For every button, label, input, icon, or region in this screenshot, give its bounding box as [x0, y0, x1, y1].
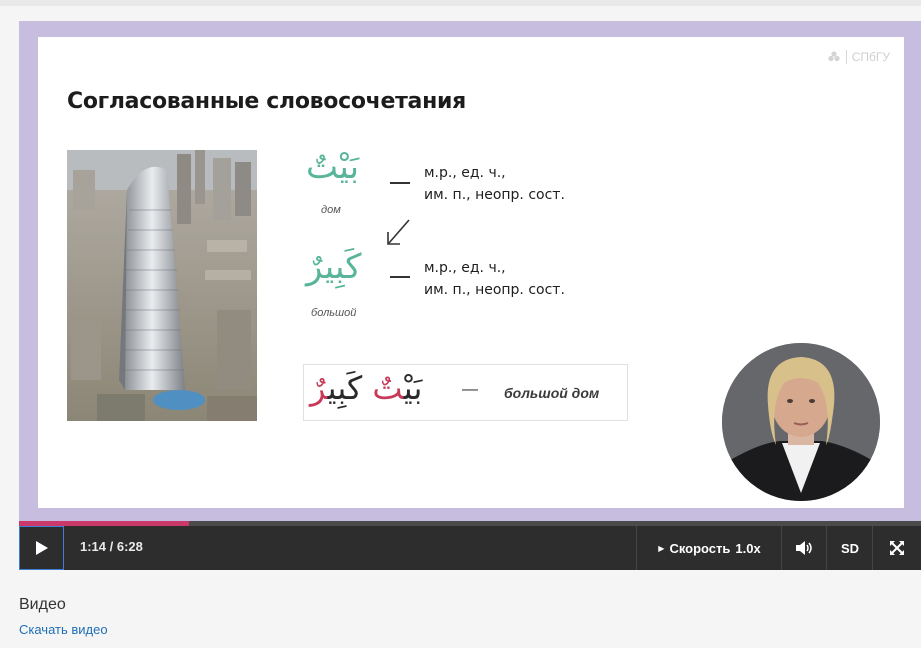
playback-time: 1:14 / 6:28 [80, 539, 143, 554]
video-frame[interactable]: Согласованные словосочетания СПбГУ بَيْت… [19, 21, 921, 521]
adjective-desc-line2: им. п., неопр. сост. [424, 282, 565, 298]
presenter-video [722, 343, 880, 501]
phrase-adj-base: كَبِي [327, 369, 363, 407]
phrase-adj-ending: رٌ [310, 369, 328, 407]
triangle-right-icon: ▶ [658, 543, 665, 553]
noun-description: м.р., ед. ч., им. п., неопр. сост. [424, 162, 565, 206]
logo-separator [845, 50, 847, 64]
arabic-phrase: بَيْتٌ كَبِيرٌ [310, 369, 422, 407]
play-icon [36, 541, 48, 555]
player-controls: 1:14 / 6:28 ▶ Скорость 1.0x SD [19, 526, 921, 570]
logo-emblem-icon [828, 51, 840, 62]
phrase-box: بَيْتٌ كَبِيرٌ — большой дом [303, 364, 628, 421]
play-button[interactable] [19, 526, 64, 570]
adjective-translation: большой [311, 307, 357, 319]
noun-dash [390, 182, 410, 184]
volume-button[interactable] [782, 526, 827, 570]
lecture-slide: Согласованные словосочетания СПбГУ بَيْت… [38, 37, 904, 508]
fullscreen-button[interactable] [873, 526, 921, 570]
phrase-dash: — [462, 381, 478, 398]
agreement-arrow-icon [387, 219, 410, 245]
skyscraper-photo [67, 150, 257, 421]
download-video-link[interactable]: Скачать видео [19, 622, 108, 637]
noun-desc-line1: м.р., ед. ч., [424, 165, 506, 181]
adjective-desc-line1: м.р., ед. ч., [424, 260, 506, 276]
video-section-label: Видео [19, 596, 66, 613]
adjective-dash [390, 276, 410, 278]
speed-value: 1.0x [735, 540, 761, 556]
noun-translation: дом [321, 204, 341, 216]
university-logo: СПбГУ [827, 50, 890, 64]
slide-title: Согласованные словосочетания [67, 89, 466, 114]
fullscreen-icon [890, 541, 904, 555]
logo-text: СПбГУ [851, 50, 890, 64]
speed-label: Скорость [669, 540, 731, 556]
volume-icon [795, 541, 812, 555]
quality-button[interactable]: SD [827, 526, 873, 570]
noun-desc-line2: им. п., неопр. сост. [424, 187, 565, 203]
speed-button[interactable]: ▶ Скорость 1.0x [637, 526, 782, 570]
top-strip [0, 0, 921, 6]
phrase-translation: большой дом [504, 385, 600, 401]
phrase-noun-base: بَيْ [403, 369, 423, 407]
arabic-noun: بَيْتٌ [306, 147, 360, 187]
arabic-adjective: كَبِيرٌ [306, 247, 362, 287]
phrase-noun-ending: تٌ [372, 369, 404, 407]
adjective-description: м.р., ед. ч., им. п., неопр. сост. [424, 257, 565, 301]
